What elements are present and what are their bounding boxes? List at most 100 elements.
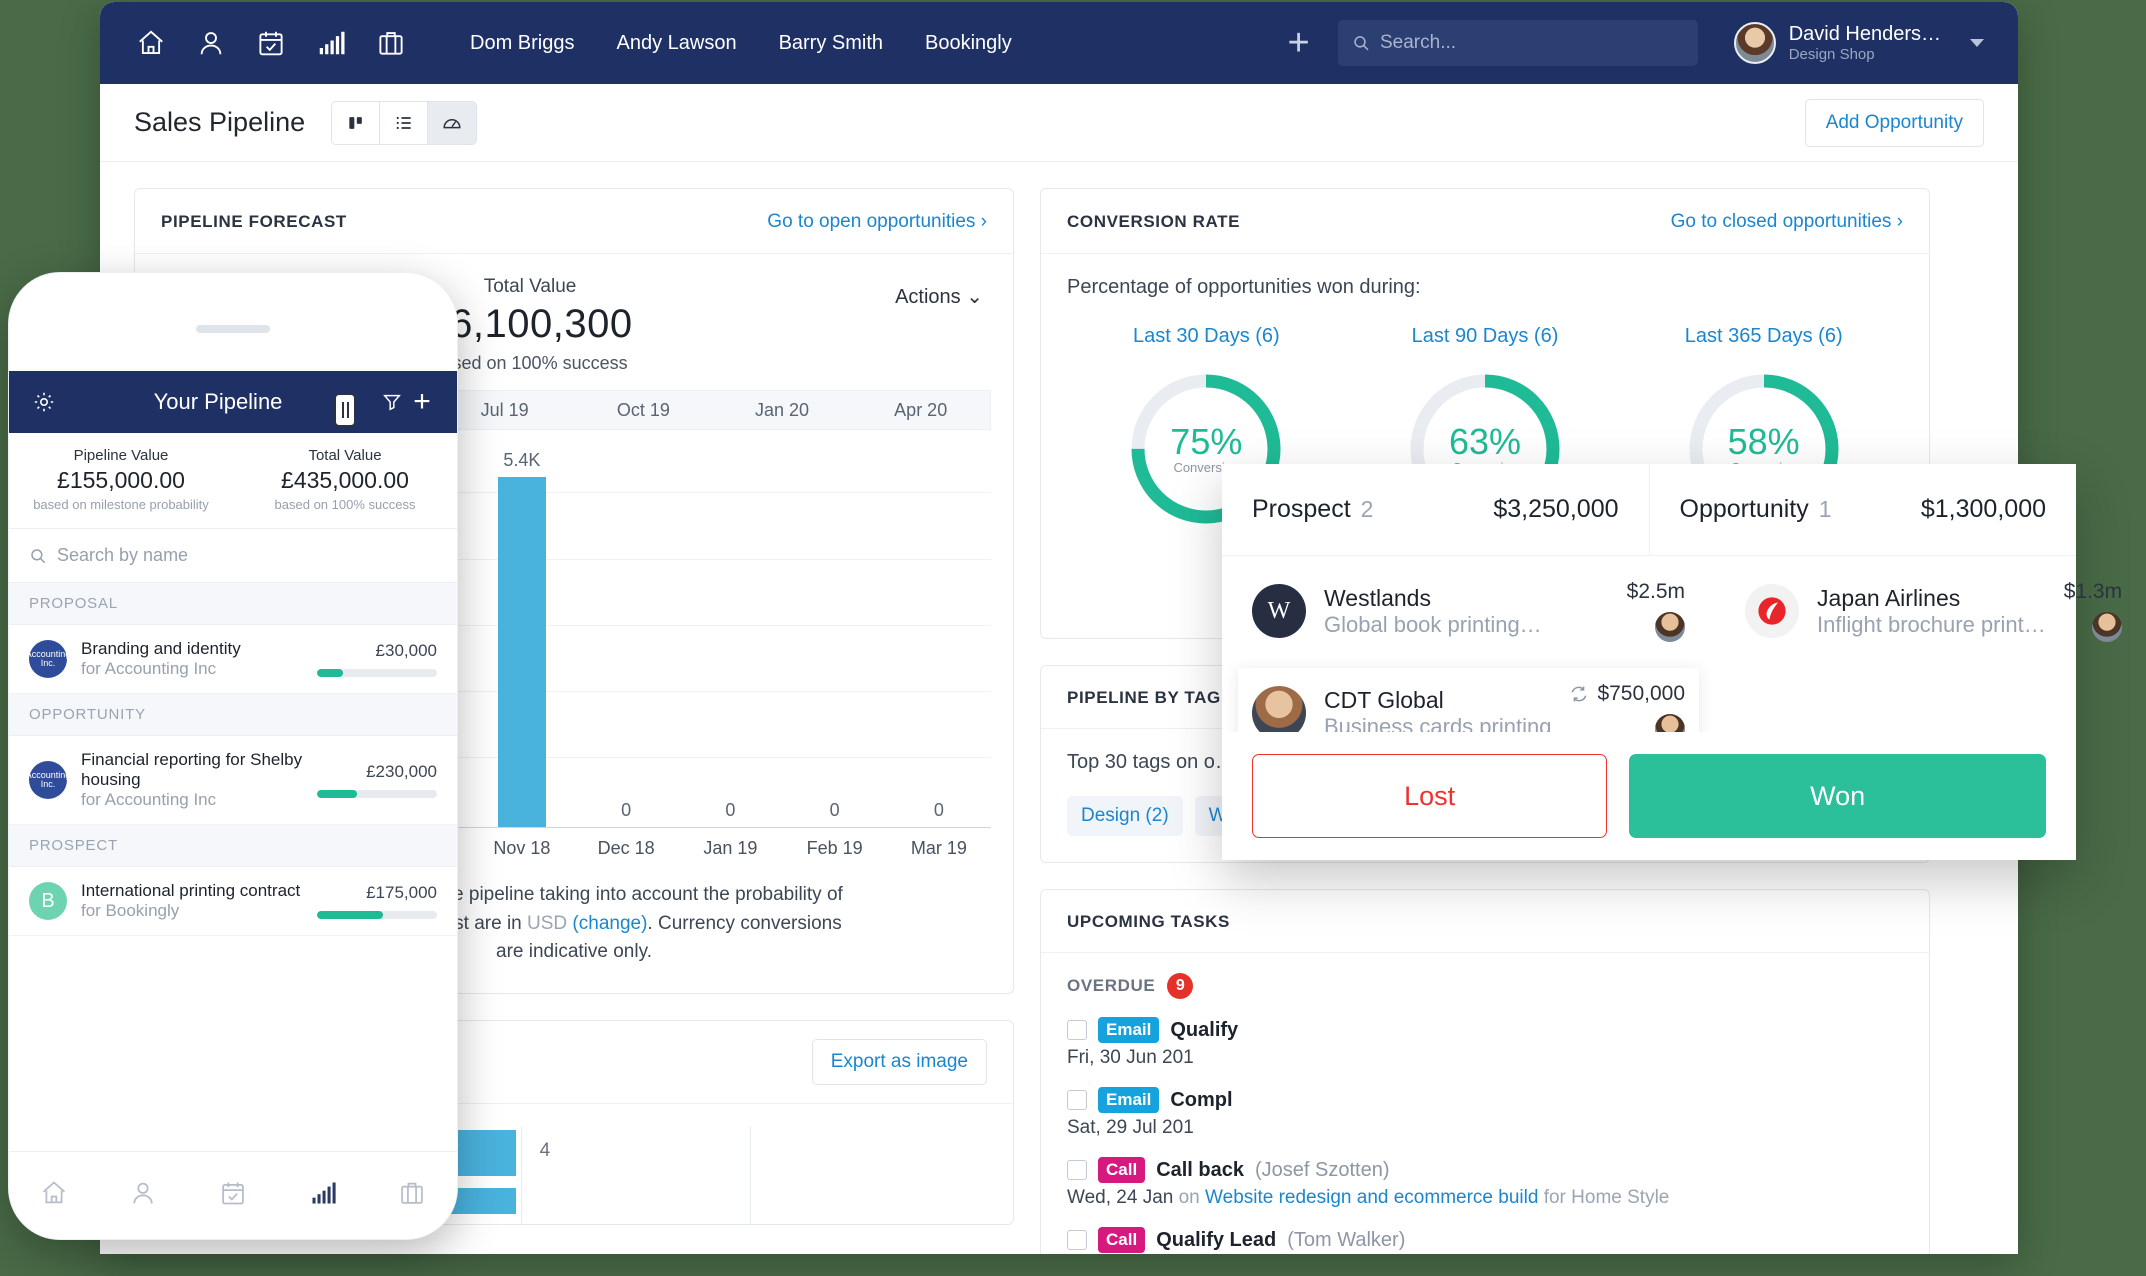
stage-amount: $1,300,000 — [1920, 495, 2046, 523]
phone-header: Your Pipeline + — [9, 371, 457, 433]
task-checkbox[interactable] — [1067, 1230, 1087, 1250]
lost-button[interactable]: Lost — [1252, 754, 1608, 838]
footnote-suffix: . Currency conversions — [647, 912, 842, 934]
deal-amount: $2.5m — [1626, 580, 1686, 603]
upcoming-tasks-card: UPCOMING TASKS OVERDUE 9 Email Qualify Fri… — [1040, 889, 1930, 1254]
go-to-closed-opportunities-link[interactable]: Go to closed opportunities › — [1671, 211, 1903, 233]
chevron-down-icon[interactable] — [1970, 39, 1984, 47]
item-meta: £230,000 — [317, 762, 437, 798]
phone-list-item[interactable]: B International printing contract for Book… — [9, 867, 457, 936]
phone-section-header: PROPOSAL — [9, 583, 457, 625]
item-text: Financial reporting for Shelby housing fo… — [81, 750, 303, 810]
nav-link-bookingly[interactable]: Bookingly — [925, 32, 1012, 55]
task-checkbox[interactable] — [1067, 1160, 1087, 1180]
person-icon[interactable] — [129, 1179, 157, 1212]
board-view-icon[interactable] — [332, 101, 381, 144]
chart-bar-value-label: 0 — [933, 800, 944, 820]
calendar-check-icon[interactable] — [219, 1179, 247, 1212]
overlay-action-buttons: Lost Won — [1222, 732, 2076, 860]
phone-list-item[interactable]: Accounting Inc. Branding and identity for … — [9, 625, 457, 694]
bar-chart-icon[interactable] — [314, 26, 348, 60]
task-item[interactable]: Call Qualify Lead (Tom Walker) — [1067, 1227, 1903, 1253]
task-checkbox[interactable] — [1067, 1090, 1087, 1110]
stage-amount: $3,250,000 — [1493, 495, 1619, 523]
item-text: Branding and identity for Accounting Inc — [81, 639, 303, 679]
deal-owner-avatar — [1655, 612, 1686, 642]
donut-percent: 75% — [1170, 420, 1243, 462]
chart-bar-cell[interactable]: 0 — [678, 438, 782, 827]
deal-meta: $1.3m — [2064, 580, 2123, 642]
calendar-check-icon[interactable] — [254, 26, 288, 60]
deal-description: Global book printing… — [1324, 611, 1542, 637]
task-link[interactable]: Website redesign and ecommerce build — [1205, 1187, 1538, 1208]
task-item[interactable]: Email Qualify Fri, 30 Jun 201 — [1067, 1017, 1903, 1069]
phone-value-summary: Pipeline Value £155,000.00 based on mile… — [9, 433, 457, 529]
task-type-badge: Call — [1098, 1227, 1146, 1253]
deal-text: Westlands Global book printing… — [1324, 585, 1609, 638]
value-sub: based on milestone probability — [33, 497, 209, 512]
user-org: Design Shop — [1788, 45, 1875, 63]
deal-card[interactable]: Japan Airlines Inflight brochure print… … — [1745, 580, 2123, 642]
jal-logo-icon — [1758, 597, 1786, 625]
stage-count: 1 — [1818, 496, 1832, 522]
stage-label: Prospect — [1252, 495, 1351, 523]
home-icon[interactable] — [40, 1179, 68, 1212]
conversion-period-link[interactable]: Last 30 Days (6) — [1067, 325, 1346, 348]
briefcase-icon[interactable] — [374, 26, 408, 60]
filter-icon[interactable] — [377, 387, 407, 417]
conversion-period-link[interactable]: Last 90 Days (6) — [1346, 325, 1625, 348]
user-name: David Henders… — [1788, 22, 1941, 45]
conversion-period-link[interactable]: Last 365 Days (6) — [1624, 325, 1903, 348]
phone-search[interactable]: Search by name — [9, 529, 457, 583]
briefcase-icon[interactable] — [398, 1179, 426, 1212]
chart-bar-cell[interactable]: 5.4K — [470, 438, 574, 827]
chart-bar-cell[interactable]: 0 — [887, 438, 991, 827]
chart-bar-cell[interactable]: 0 — [783, 438, 887, 827]
deal-meta: $2.5m — [1626, 580, 1686, 642]
task-checkbox[interactable] — [1067, 1020, 1087, 1040]
task-item[interactable]: Email Compl Sat, 29 Jul 201 — [1067, 1087, 1903, 1139]
nav-link-andy-lawson[interactable]: Andy Lawson — [616, 32, 736, 55]
actions-dropdown[interactable]: Actions ⌄ — [895, 276, 983, 309]
add-icon[interactable]: + — [407, 385, 437, 418]
export-as-image-button[interactable]: Export as image — [811, 1038, 987, 1085]
chart-x-tick: Dec 18 — [597, 838, 655, 858]
list-view-icon[interactable] — [380, 101, 429, 144]
tag-chip[interactable]: Design (2) — [1067, 796, 1183, 836]
nav-link-barry-smith[interactable]: Barry Smith — [779, 32, 883, 55]
won-button[interactable]: Won — [1629, 754, 2046, 838]
task-meta: Sat, 29 Jul 201 — [1067, 1117, 1903, 1139]
add-opportunity-button[interactable]: Add Opportunity — [1804, 98, 1984, 147]
search-box[interactable] — [1337, 20, 1698, 66]
person-icon[interactable] — [194, 26, 228, 60]
value-amount: £155,000.00 — [57, 467, 185, 493]
item-text: International printing contract for Booki… — [81, 881, 303, 921]
nav-link-dom-briggs[interactable]: Dom Briggs — [470, 32, 574, 55]
task-item[interactable]: Call Call back (Josef Szotten) Wed, 24 Jan … — [1067, 1157, 1903, 1209]
deal-card[interactable]: W Westlands Global book printing… $2.5m — [1252, 580, 1686, 642]
page-title: Sales Pipeline — [134, 107, 306, 137]
overdue-count-badge: 9 — [1167, 973, 1194, 999]
gear-icon[interactable] — [29, 387, 59, 417]
home-icon[interactable] — [134, 26, 168, 60]
add-icon[interactable]: + — [1266, 24, 1332, 62]
user-menu[interactable]: David Henders… Design Shop — [1733, 22, 1984, 64]
go-to-open-opportunities-link[interactable]: Go to open opportunities › — [767, 211, 987, 233]
chart-bar[interactable] — [497, 476, 546, 827]
chart-bar-cell[interactable]: 0 — [574, 438, 678, 827]
task-meta: Wed, 24 Jan on Website redesign and ecom… — [1067, 1187, 1903, 1209]
donut-percent: 63% — [1448, 420, 1522, 462]
deal-owner-avatar — [2092, 612, 2123, 642]
range-handle[interactable] — [334, 393, 357, 427]
dashboard-view-icon[interactable] — [428, 101, 477, 144]
bar-chart-icon[interactable] — [309, 1179, 337, 1212]
search-input[interactable] — [1380, 32, 1684, 54]
donut-percent: 58% — [1727, 420, 1800, 462]
task-title: Compl — [1170, 1088, 1233, 1111]
value-amount: £435,000.00 — [281, 467, 409, 493]
task-date: Sat, 29 Jul 201 — [1067, 1117, 1194, 1138]
upcoming-tasks-body: OVERDUE 9 Email Qualify Fri, 30 Jun 201 Ema… — [1041, 953, 1929, 1254]
chart-x-tick: Feb 19 — [806, 838, 863, 858]
phone-list-item[interactable]: Accounting Inc. Financial reporting for S… — [9, 736, 457, 825]
change-currency-link[interactable]: (change) — [572, 913, 647, 934]
